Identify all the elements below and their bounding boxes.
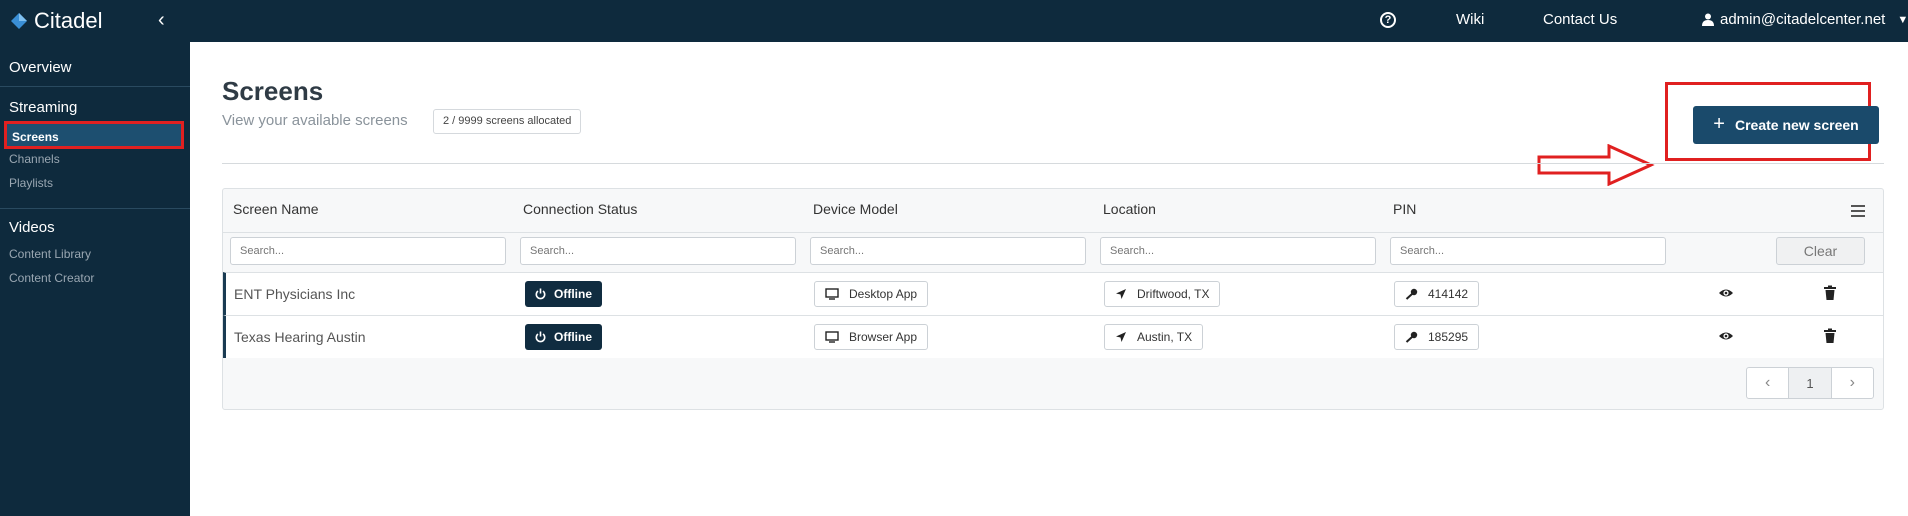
monitor-icon [825,288,839,300]
status-label: Offline [554,287,592,301]
screen-name-cell: ENT Physicians Inc [234,286,356,302]
sidebar-item-playlists[interactable]: Playlists [9,176,53,190]
allocation-badge: 2 / 9999 screens allocated [433,109,582,134]
location-arrow-icon [1116,289,1126,299]
delete-trash-icon[interactable] [1823,285,1837,301]
key-icon [1405,331,1418,343]
connection-status-search-input[interactable] [520,237,796,265]
create-new-screen-button[interactable]: + Create new screen [1693,106,1879,144]
sidebar-divider [0,86,190,87]
status-label: Offline [554,330,592,344]
status-badge: Offline [525,281,602,307]
location-arrow-icon [1116,332,1126,342]
device-label: Browser App [849,330,918,344]
status-badge: Offline [525,324,602,350]
screen-name-cell: Texas Hearing Austin [234,329,366,345]
plus-icon: + [1713,112,1725,135]
app-name: Citadel [34,8,103,33]
device-chip: Browser App [814,324,929,350]
device-label: Desktop App [849,287,918,301]
divider [222,163,1884,164]
location-chip: Austin, TX [1104,324,1204,350]
power-icon [535,331,546,343]
clear-filters-button[interactable]: Clear [1776,237,1865,265]
user-icon [1702,13,1714,26]
key-icon [1405,288,1418,300]
pagination: ‹ 1 › [1746,367,1874,399]
pin-label: 185295 [1428,330,1469,344]
collapse-sidebar-icon[interactable]: ‹ [158,9,165,32]
sidebar: Overview Streaming Screens Channels Play… [0,42,190,516]
monitor-icon [825,331,839,343]
column-menu-icon[interactable] [1851,205,1865,220]
device-chip: Desktop App [814,281,929,307]
chevron-down-icon: ▼ [1897,13,1908,26]
view-eye-icon[interactable] [1718,328,1734,344]
sidebar-section-videos: Videos [9,219,55,236]
help-icon[interactable]: ? [1380,12,1396,28]
sidebar-item-screens[interactable]: Screens [4,121,184,149]
page-number-button[interactable]: 1 [1788,368,1832,398]
delete-trash-icon[interactable] [1823,328,1837,344]
location-search-input[interactable] [1100,237,1376,265]
create-button-label: Create new screen [1734,117,1859,133]
column-header-connection-status[interactable]: Connection Status [523,201,637,217]
brand[interactable]: Citadel [10,8,102,34]
table-row[interactable]: ENT Physicians Inc Offline Desktop App D… [223,272,1883,315]
location-chip: Driftwood, TX [1104,281,1221,307]
pin-search-input[interactable] [1390,237,1666,265]
sidebar-divider [0,208,190,209]
citadel-logo-icon [11,13,27,29]
top-bar: Citadel ‹ ? Wiki Contact Us admin@citade… [0,0,1908,42]
app-root: Citadel ‹ ? Wiki Contact Us admin@citade… [0,0,1908,516]
pin-chip: 185295 [1394,324,1480,350]
location-label: Austin, TX [1137,330,1193,344]
view-eye-icon[interactable] [1718,285,1734,301]
location-label: Driftwood, TX [1137,287,1210,301]
pin-label: 414142 [1428,287,1469,301]
user-menu[interactable]: admin@citadelcenter.net ▼ [1702,11,1908,28]
device-model-search-input[interactable] [810,237,1086,265]
filter-row: Clear [223,232,1883,272]
wiki-link[interactable]: Wiki [1456,11,1484,28]
sidebar-item-channels[interactable]: Channels [9,152,60,166]
table-row[interactable]: Texas Hearing Austin Offline Browser App [223,315,1883,358]
previous-page-button[interactable]: ‹ [1747,368,1788,398]
sidebar-item-overview[interactable]: Overview [9,59,72,76]
user-email: admin@citadelcenter.net [1720,11,1886,28]
page-subtitle: View your available screens [222,112,408,129]
page-title: Screens [222,76,324,106]
screen-name-search-input[interactable] [230,237,506,265]
pin-chip: 414142 [1394,281,1480,307]
sidebar-item-content-creator[interactable]: Content Creator [9,271,94,285]
next-page-button[interactable]: › [1832,368,1873,398]
arrow-annotation-icon [1537,144,1655,186]
sidebar-item-content-library[interactable]: Content Library [9,247,91,261]
column-header-screen-name[interactable]: Screen Name [233,201,319,217]
column-header-pin[interactable]: PIN [1393,201,1416,217]
contact-us-link[interactable]: Contact Us [1543,11,1617,28]
sidebar-section-streaming: Streaming [9,99,78,116]
main-content: Screens View your available screens 2 / … [190,42,1908,516]
screens-table: Screen Name Connection Status Device Mod… [222,188,1884,410]
column-header-device-model[interactable]: Device Model [813,201,898,217]
column-header-location[interactable]: Location [1103,201,1156,217]
power-icon [535,288,546,300]
